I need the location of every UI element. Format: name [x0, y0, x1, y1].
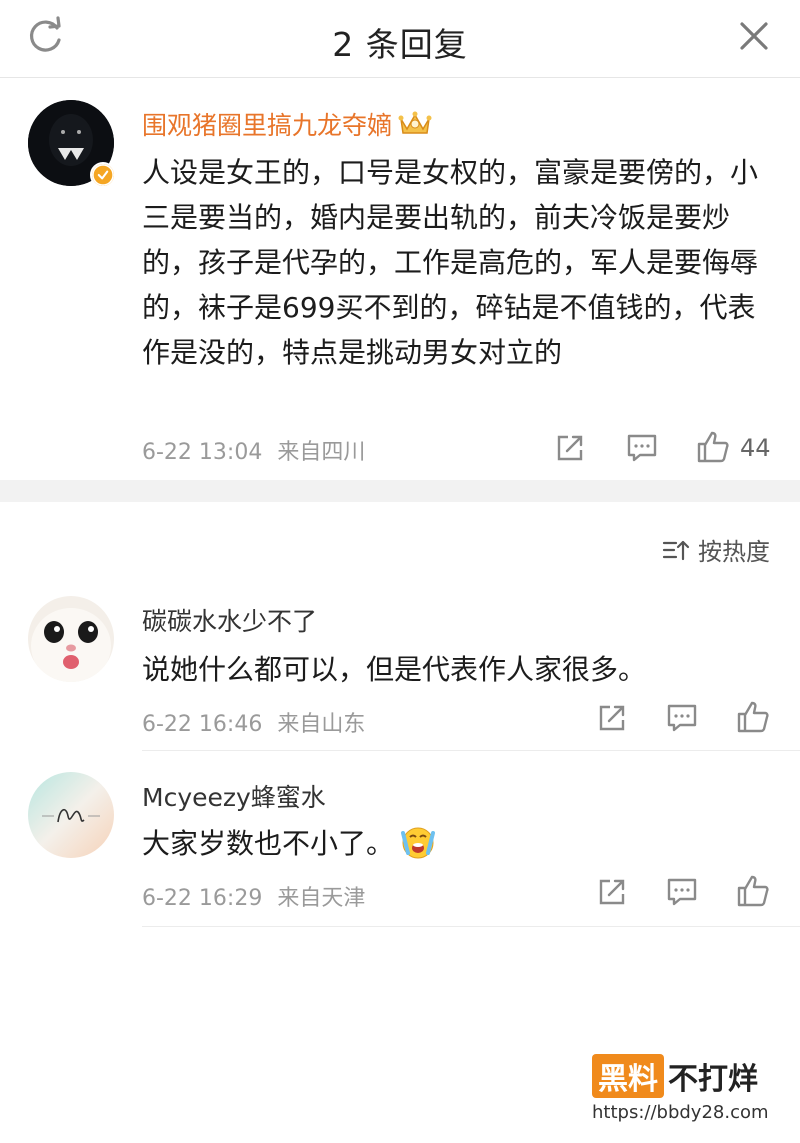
reply-username[interactable]: Mcyeezy蜂蜜水 — [142, 778, 326, 814]
share-icon[interactable] — [596, 702, 628, 734]
watermark-logo: 黑料 不打烊 — [592, 1054, 772, 1098]
watermark-brand-text: 不打烊 — [668, 1062, 758, 1097]
crown-icon — [398, 111, 432, 134]
main-comment: 围观猪圈里搞九龙夺嫡 人设是女王的，口号是女权的，富豪是要傍的，小三是要当的，婚… — [0, 78, 800, 480]
reply-location: 来自天津 — [277, 886, 366, 911]
comment-icon[interactable] — [666, 876, 698, 908]
reply-time: 6-22 16:29 — [142, 886, 263, 911]
comment-text: 人设是女王的，口号是女权的，富豪是要傍的，小三是要当的，婚内是要出轨的，前夫冷饭… — [142, 156, 759, 369]
like-icon[interactable] — [736, 874, 770, 908]
like-icon[interactable] — [696, 430, 730, 464]
sort-toggle[interactable]: 按热度 — [662, 532, 770, 567]
reply-text-line: 大家岁数也不小了。 — [142, 822, 438, 862]
comment-time: 6-22 13:04 — [142, 440, 263, 465]
comment-username[interactable]: 围观猪圈里搞九龙夺嫡 — [142, 106, 432, 142]
comment-icon[interactable] — [666, 702, 698, 734]
crying-emoji-icon — [401, 827, 436, 859]
like-icon[interactable] — [736, 700, 770, 734]
divider — [142, 926, 800, 927]
share-icon[interactable] — [596, 876, 628, 908]
reply-meta: 6-22 16:29 来自天津 — [142, 880, 365, 912]
reply-text: 说她什么都可以，但是代表作人家很多。 — [142, 653, 647, 686]
reply-time: 6-22 16:46 — [142, 712, 263, 737]
sort-icon — [662, 540, 690, 560]
reply-location: 来自山东 — [277, 712, 366, 737]
username-text[interactable]: 围观猪圈里搞九龙夺嫡 — [142, 111, 392, 140]
watermark: 黑料 不打烊 https://bbdy28.com — [592, 1054, 772, 1123]
watermark-url: https://bbdy28.com — [592, 1102, 769, 1123]
watermark-brand-box: 黑料 — [592, 1054, 664, 1098]
comment-icon[interactable] — [626, 432, 658, 464]
avatar[interactable] — [28, 772, 114, 858]
sort-label[interactable]: 按热度 — [698, 532, 770, 567]
reply-meta: 6-22 16:46 来自山东 — [142, 706, 365, 738]
section-separator — [0, 480, 800, 502]
header-bar: 2 条回复 — [0, 0, 800, 78]
page-title: 2 条回复 — [332, 25, 468, 64]
share-icon[interactable] — [554, 432, 586, 464]
reply-text: 大家岁数也不小了。 — [142, 827, 395, 860]
verified-badge-icon — [90, 162, 116, 188]
avatar[interactable] — [28, 596, 114, 682]
comment-location: 来自四川 — [277, 440, 366, 465]
reply-username[interactable]: 碳碳水水少不了 — [142, 602, 317, 638]
divider — [142, 750, 800, 751]
close-icon[interactable] — [734, 16, 774, 56]
like-count: 44 — [740, 434, 771, 462]
comment-meta: 6-22 13:04 来自四川 — [142, 434, 365, 466]
